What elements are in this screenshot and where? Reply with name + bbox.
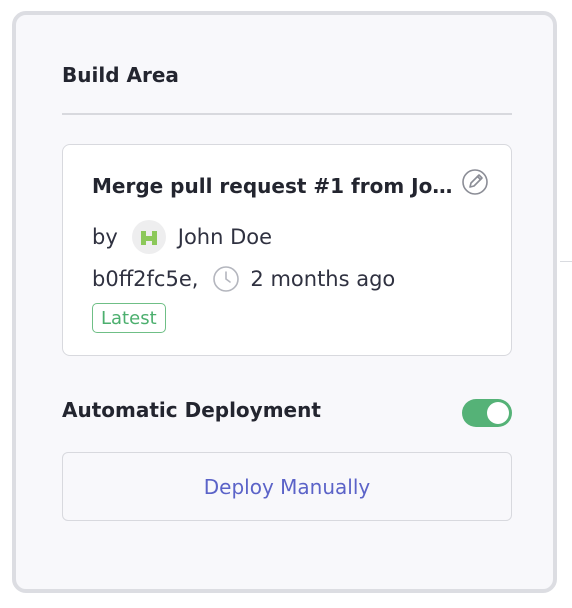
- toggle-knob: [487, 402, 509, 424]
- commit-time: 2 months ago: [250, 267, 396, 291]
- avatar: [131, 220, 166, 254]
- build-area-panel: Build Area Merge pull request #1 from Jo…: [12, 11, 557, 593]
- author-row: by John Doe: [92, 219, 272, 255]
- background-divider: [560, 261, 572, 262]
- edit-icon[interactable]: [460, 167, 490, 197]
- author-name: John Doe: [177, 225, 273, 249]
- latest-badge: Latest: [92, 303, 166, 333]
- automatic-deployment-toggle[interactable]: [462, 399, 512, 427]
- panel-title: Build Area: [62, 63, 179, 87]
- clock-icon: [212, 265, 240, 293]
- commit-meta-row: b0ff2fc5e, 2 months ago: [92, 262, 395, 296]
- automatic-deployment-label: Automatic Deployment: [62, 398, 321, 422]
- deploy-manually-button[interactable]: Deploy Manually: [62, 452, 512, 521]
- commit-hash: b0ff2fc5e,: [92, 267, 199, 291]
- title-divider: [62, 113, 512, 115]
- by-label: by: [92, 225, 118, 249]
- commit-title: Merge pull request #1 from John...: [92, 174, 462, 198]
- commit-card: Merge pull request #1 from John... by Jo…: [62, 144, 512, 356]
